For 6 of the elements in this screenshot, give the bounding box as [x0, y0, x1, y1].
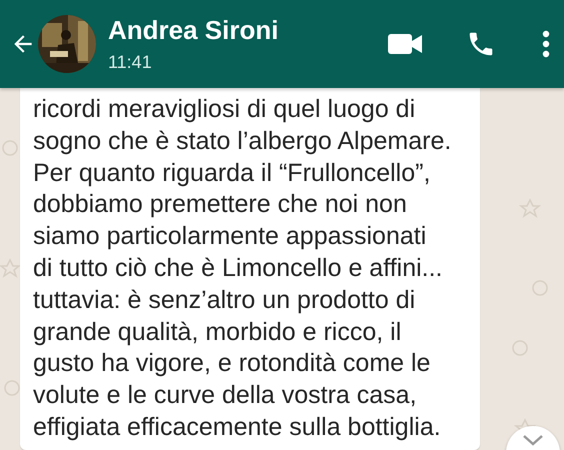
message-text: ricordi meravigliosi di quel luogo di sogno che è stato l’albergo Alpemare. Per quanto riguarda il “Frulloncello”, dobbiamo premettere che noi non siamo particolarmente appassionati di tutto ciò che è Limoncello e affini... tuttavia: è senz’altro un prodotto di grande qualità, morbido e ricco, il gusto ha vigore, e rotondità come le volute e le curve della vostra casa, effigiata efficacemente sulla bottiglia.	[33, 94, 452, 443]
contact-name: Andrea Sironi	[108, 14, 280, 46]
menu-icon[interactable]	[542, 30, 550, 58]
chevron-icon	[522, 434, 544, 446]
last-seen-time: 11:41	[108, 51, 153, 74]
video-call-icon[interactable]	[388, 33, 422, 55]
